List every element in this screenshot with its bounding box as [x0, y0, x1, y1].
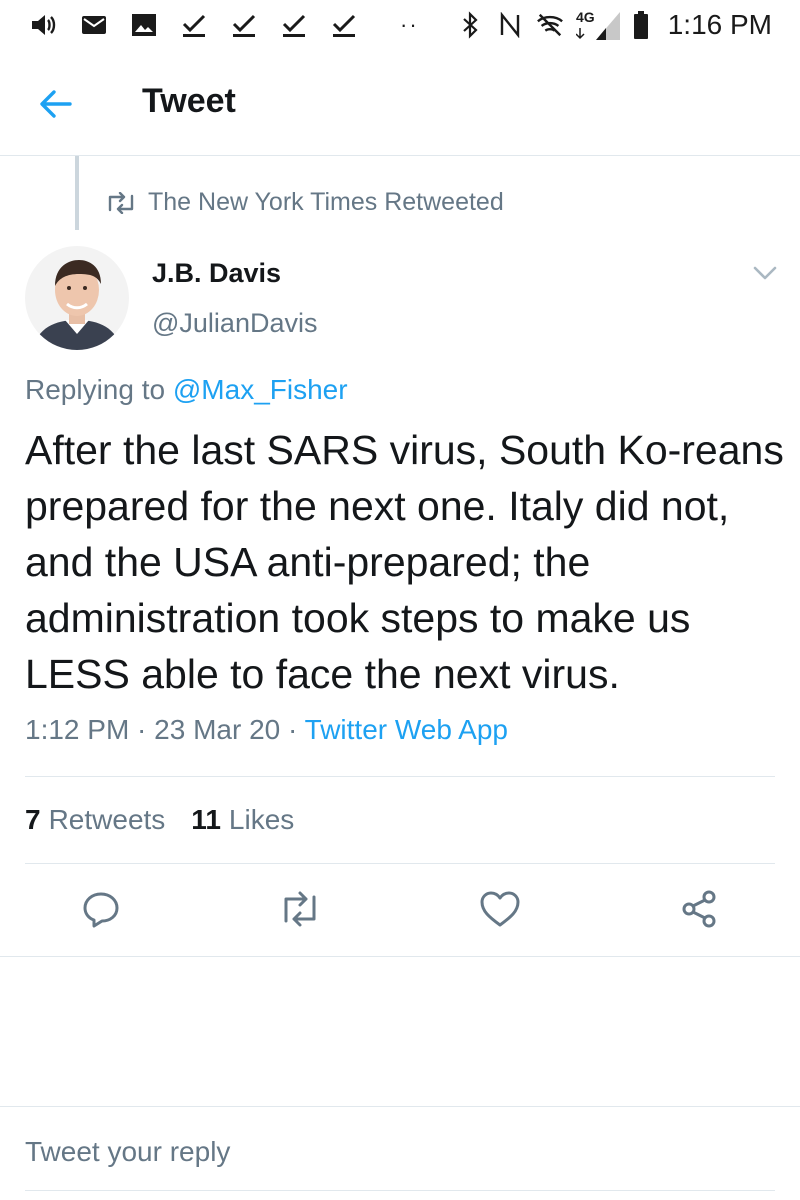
tweet-meta: 1:12 PM · 23 Mar 20 · Twitter Web App	[25, 714, 508, 746]
tweet-date: 23 Mar 20	[154, 714, 281, 745]
share-icon[interactable]	[674, 884, 724, 934]
volume-icon	[30, 11, 58, 39]
retweet-context[interactable]: The New York Times Retweeted	[106, 188, 504, 217]
meta-separator: ·	[129, 714, 155, 745]
download-done-icon	[180, 11, 208, 39]
author-handle[interactable]: @JulianDavis	[152, 308, 317, 339]
more-notifications-dots: ··	[400, 12, 419, 37]
tweet-stats: 7 Retweets 11 Likes	[25, 804, 294, 836]
likes-stat[interactable]: 11 Likes	[191, 804, 294, 836]
divider	[25, 863, 775, 864]
nfc-icon	[496, 11, 524, 39]
system-icons: 4G 1:16 PM	[456, 8, 772, 42]
retweets-label: Retweets	[48, 804, 166, 835]
heart-icon[interactable]	[475, 884, 525, 934]
thread-line	[75, 156, 79, 230]
download-done-icon	[230, 11, 258, 39]
notification-icons: ··	[30, 8, 419, 42]
avatar[interactable]	[25, 246, 129, 350]
svg-text:4G: 4G	[576, 9, 595, 25]
page-title: Tweet	[142, 82, 236, 120]
battery-icon	[632, 11, 650, 39]
author-name[interactable]: J.B. Davis	[152, 258, 281, 289]
download-done-icon	[330, 11, 358, 39]
mail-icon	[80, 11, 108, 39]
retweet-icon[interactable]	[275, 884, 325, 934]
download-done-icon	[280, 11, 308, 39]
replying-to-prefix: Replying to	[25, 374, 173, 405]
likes-count: 11	[191, 804, 221, 835]
reply-input[interactable]: Tweet your reply	[25, 1136, 775, 1168]
divider	[0, 1106, 800, 1107]
tweet-actions	[0, 880, 800, 942]
divider	[0, 956, 800, 957]
tweet-source-link[interactable]: Twitter Web App	[305, 714, 508, 745]
tweet-time: 1:12 PM	[25, 714, 130, 745]
retweet-context-label: The New York Times Retweeted	[148, 188, 504, 216]
tweet-body: After the last SARS virus, South Ko-rean…	[25, 427, 784, 697]
retweets-count: 7	[25, 804, 41, 835]
bluetooth-icon	[456, 11, 484, 39]
signal-icon: 4G	[575, 9, 620, 40]
divider	[25, 776, 775, 777]
status-bar: ·· 4G 1:16 PM	[0, 0, 800, 52]
chevron-down-icon[interactable]	[752, 264, 778, 282]
reply-icon[interactable]	[76, 884, 126, 934]
app-header: Tweet	[0, 52, 800, 156]
retweets-stat[interactable]: 7 Retweets	[25, 804, 165, 836]
clock: 1:16 PM	[667, 9, 772, 40]
reply-input-underline	[25, 1190, 775, 1191]
wifi-off-icon	[536, 11, 564, 39]
meta-separator: ·	[280, 714, 305, 745]
image-icon	[130, 11, 158, 39]
replying-to-mention[interactable]: @Max_Fisher	[173, 374, 348, 405]
replying-to: Replying to @Max_Fisher	[25, 374, 348, 406]
likes-label: Likes	[228, 804, 295, 835]
retweet-icon	[106, 191, 136, 214]
back-arrow-icon[interactable]	[36, 84, 76, 124]
